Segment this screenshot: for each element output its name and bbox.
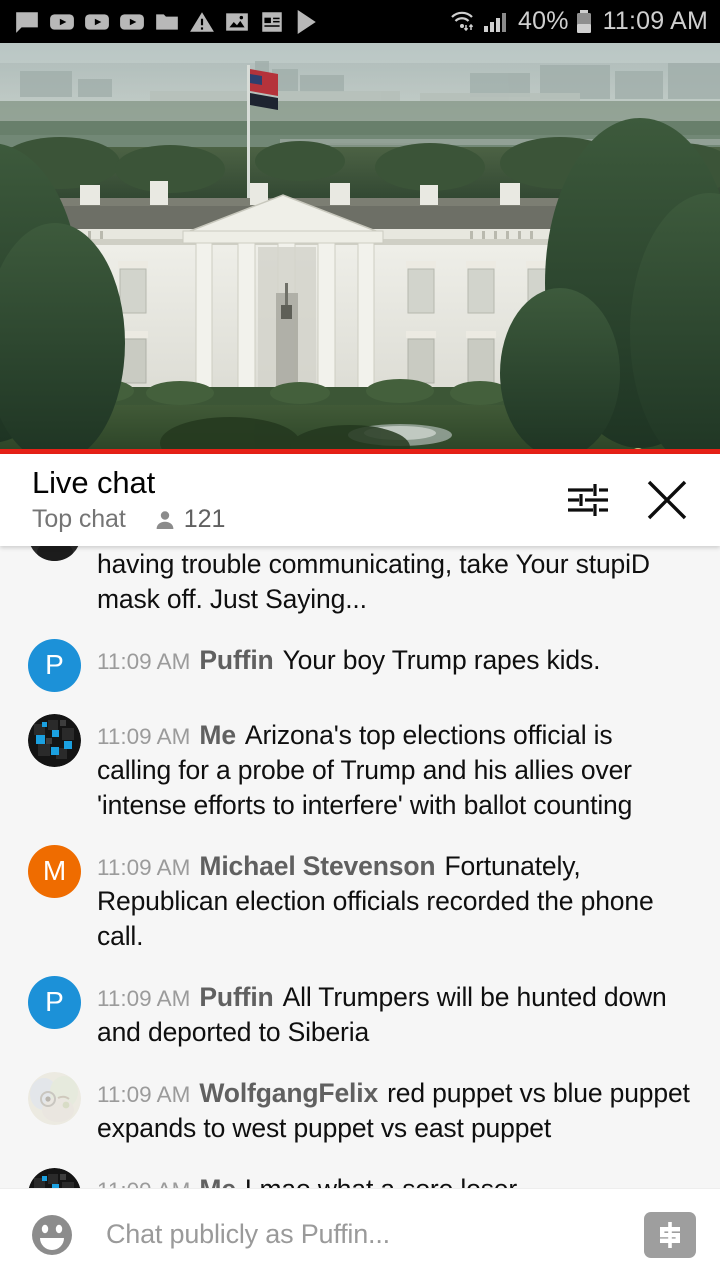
image-icon	[226, 12, 248, 31]
chat-message-author[interactable]: Me	[199, 720, 236, 750]
chat-mode-label[interactable]: Top chat	[32, 505, 126, 534]
notepad-icon	[262, 11, 282, 32]
live-chat-header-actions	[566, 477, 698, 523]
page-title: Live chat	[32, 464, 156, 500]
status-bar-system-icons: 40% 11:09 AM	[448, 9, 708, 35]
tune-sliders-icon	[568, 484, 608, 516]
chat-message-author[interactable]: Me	[199, 1174, 236, 1188]
viewer-count: 121	[183, 505, 226, 534]
avatar-photo-blue-cubes	[28, 713, 81, 767]
chat-message-row[interactable]: P 11:09 AM Puffin All Trumpers will be hun…	[0, 975, 720, 1050]
battery-percent-label: 40%	[517, 7, 569, 35]
chat-bubble-icon	[16, 11, 38, 33]
cell-signal-icon	[483, 12, 506, 32]
avatar[interactable]	[28, 1071, 81, 1125]
status-bar-notification-icons	[14, 9, 448, 35]
video-player[interactable]	[0, 43, 720, 453]
youtube-play-icon	[85, 13, 109, 30]
chat-message-row[interactable]: 11:09 AM Me Lmao what a sore loser	[0, 1167, 720, 1188]
chat-message-row[interactable]: 11:09 AM WolfgangFelix red puppet vs blue …	[0, 1071, 720, 1146]
avatar[interactable]: P	[28, 975, 81, 1029]
chat-message-author[interactable]: Michael Stevenson	[199, 851, 435, 881]
chat-message-timestamp: 11:09 AM	[97, 648, 191, 674]
chat-message-text: 25% of communicating with each other. Fo…	[97, 548, 650, 614]
chat-message-author[interactable]: WolfgangFelix	[199, 1078, 378, 1108]
chat-settings-button[interactable]	[566, 480, 610, 520]
chat-message-body: 11:09 AM Michael Stevenson Fortunately, Re…	[97, 845, 690, 954]
live-chat-message-list[interactable]: 25% of communicating with each other. Fo…	[0, 546, 720, 1188]
wifi-data-icon	[451, 11, 474, 31]
chat-message-body: 11:09 AM Me Arizona's top elections offici…	[97, 714, 690, 823]
person-icon	[156, 511, 174, 529]
chat-message-body: 11:09 AM Puffin Your boy Trump rapes kids.	[97, 639, 690, 678]
close-chat-button[interactable]	[644, 477, 690, 523]
avatar-photo-pastel	[28, 1071, 81, 1125]
avatar[interactable]	[28, 713, 81, 767]
status-bar: 40% 11:09 AM	[0, 0, 720, 43]
avatar[interactable]	[28, 546, 81, 561]
viewer-count-group: 121	[153, 505, 226, 534]
youtube-play-icon	[50, 13, 74, 30]
close-x-icon	[647, 480, 687, 520]
chat-message-body: 25% of communicating with each other. Fo…	[97, 546, 690, 617]
super-chat-button[interactable]	[644, 1211, 696, 1258]
chat-message-row[interactable]: P 11:09 AM Puffin Your boy Trump rapes kid…	[0, 638, 720, 692]
chat-message-timestamp: 11:09 AM	[97, 985, 191, 1011]
avatar-letter: M	[42, 855, 67, 887]
live-chat-header: Live chat Top chat 121	[0, 454, 720, 546]
chat-message-row[interactable]: 25% of communicating with each other. Fo…	[0, 546, 720, 617]
battery-icon	[576, 9, 591, 33]
chat-message-timestamp: 11:09 AM	[97, 854, 191, 880]
chat-message-timestamp: 11:09 AM	[97, 723, 191, 749]
chat-message-body: 11:09 AM Puffin All Trumpers will be hunte…	[97, 976, 690, 1050]
chat-message-body: 11:09 AM Me Lmao what a sore loser	[97, 1168, 690, 1188]
avatar[interactable]: M	[28, 844, 81, 898]
play-store-icon	[297, 9, 316, 34]
emoji-picker-button[interactable]	[28, 1211, 80, 1259]
status-bar-clock: 11:09 AM	[602, 7, 708, 35]
live-chat-title-group: Live chat Top chat 121	[32, 464, 566, 535]
live-chat-subheader: Top chat 121	[32, 505, 566, 534]
chat-input-bar	[0, 1188, 720, 1280]
chat-message-timestamp: 11:09 AM	[97, 1081, 191, 1107]
chat-message-row[interactable]: 11:09 AM Me Arizona's top elections offici…	[0, 713, 720, 823]
chat-message-row[interactable]: M 11:09 AM Michael Stevenson Fortunately, …	[0, 844, 720, 954]
chat-message-body: 11:09 AM WolfgangFelix red puppet vs blue …	[97, 1072, 690, 1146]
warning-triangle-icon	[190, 11, 214, 32]
chat-input[interactable]	[80, 1219, 644, 1250]
avatar-photo-blue-cubes	[28, 1167, 81, 1188]
chat-message-author[interactable]: Puffin	[199, 645, 273, 675]
chat-message-text: Lmao what a sore loser	[245, 1174, 517, 1188]
white-house-scene	[0, 43, 720, 453]
avatar-letter: P	[45, 649, 64, 681]
emoji-smiley-icon	[32, 1214, 72, 1255]
folder-icon	[156, 13, 178, 30]
youtube-play-icon	[120, 13, 144, 30]
avatar-photo-dark	[30, 546, 79, 561]
chat-message-timestamp: 11:09 AM	[97, 1178, 190, 1188]
avatar[interactable]: P	[28, 638, 81, 692]
chat-message-text: Your boy Trump rapes kids.	[282, 644, 601, 675]
avatar-letter: P	[45, 986, 64, 1018]
chat-message-author[interactable]: Puffin	[199, 982, 273, 1012]
dollar-superchat-icon	[660, 1221, 680, 1248]
avatar[interactable]	[28, 1167, 81, 1188]
